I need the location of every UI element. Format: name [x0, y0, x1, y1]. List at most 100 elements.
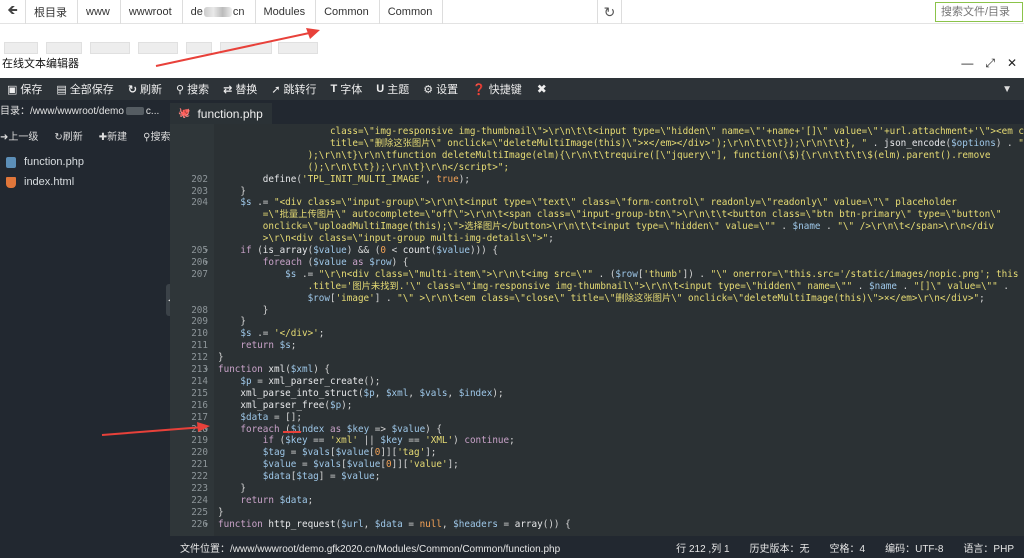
font-button[interactable]: T 字体	[324, 78, 370, 100]
line-number: 225	[191, 506, 208, 518]
code-line[interactable]: .title='图片未找到.'\" class=\"img-responsive…	[170, 281, 1024, 293]
code-line[interactable]: 223 }	[170, 483, 1024, 495]
code-line[interactable]: 219 if ($key == 'xml' || $key == 'XML') …	[170, 435, 1024, 447]
settings-button[interactable]: ⚙ 设置	[416, 78, 465, 100]
chevron-down-icon[interactable]: ▼	[1002, 84, 1012, 95]
code-line[interactable]: 224 return $data;	[170, 495, 1024, 507]
status-language[interactable]: 语言：PHP	[953, 540, 1024, 555]
refresh-button[interactable]: ↻ 刷新	[121, 78, 169, 100]
close-icon[interactable]: ✕	[1007, 56, 1017, 71]
code-line[interactable]: 212}	[170, 352, 1024, 364]
help-icon: ❓	[472, 83, 486, 96]
code-line[interactable]: 216 xml_parser_free($p);	[170, 400, 1024, 412]
breadcrumb-item-domain[interactable]: de cn	[183, 0, 256, 24]
window-title: 在线文本编辑器	[2, 58, 79, 70]
code-text: $s .= "<div class=\"input-group\">\r\n\t…	[240, 197, 957, 209]
minimize-icon[interactable]: —	[961, 56, 973, 71]
save-button[interactable]: ▣ 保存	[0, 78, 49, 100]
code-text: if (is_array($value) && (0 < count($valu…	[240, 245, 498, 256]
fold-toggle-icon[interactable]: ▾	[204, 519, 212, 531]
code-text: function xml($xml) {	[218, 364, 330, 375]
code-line[interactable]: title=\"删除这张图片\" onclick=\"deleteMultiIm…	[170, 138, 1024, 150]
file-tile	[278, 42, 318, 54]
code-line[interactable]: 213 ▾ function xml($xml) {	[170, 364, 1024, 376]
fold-toggle-icon[interactable]: ▾	[204, 245, 212, 257]
line-number: 209	[191, 316, 208, 328]
breadcrumb-item[interactable]: wwwroot	[121, 0, 183, 24]
fold-toggle-icon[interactable]: ▾	[204, 424, 212, 436]
code-line[interactable]: $row['image'] . "\" >\r\n\t<em class=\"c…	[170, 293, 1024, 305]
line-number: 206	[191, 256, 208, 268]
code-line[interactable]: 221 $value = $vals[$value[0]]['value'];	[170, 459, 1024, 471]
close-icon[interactable]: ✖	[529, 82, 555, 96]
code-line[interactable]: >\r\n<div class=\"input-group multi-img-…	[170, 233, 1024, 245]
file-item-function-php[interactable]: function.php	[0, 152, 170, 172]
search-icon: ⚲	[176, 83, 185, 96]
line-number: 224	[191, 494, 208, 506]
code-line[interactable]: 220 $tag = $vals[$value[0]]['tag'];	[170, 447, 1024, 459]
breadcrumb-item[interactable]: www	[78, 0, 121, 24]
code-line[interactable]: 215 xml_parse_into_struct($p, $xml, $val…	[170, 388, 1024, 400]
line-number: 218	[191, 423, 208, 435]
status-bar: 文件位置：/www/wwwroot/demo.gfk2020.cn/Module…	[170, 536, 1024, 558]
file-search-input[interactable]	[935, 2, 1023, 22]
line-number: 222	[191, 471, 208, 483]
file-tile	[220, 42, 272, 54]
status-history[interactable]: 历史版本：无	[740, 540, 820, 555]
code-line[interactable]: 205 ▾ if (is_array($value) && (0 < count(…	[170, 245, 1024, 257]
sidebar-path: 目录：/www/wwwroot/demo c...	[0, 106, 160, 117]
search-button[interactable]: ⚲ 搜索	[169, 78, 216, 100]
code-editor[interactable]: class=\"img-responsive img-thumbnail\">\…	[170, 124, 1024, 536]
tab-function-php[interactable]: 🐙 function.php	[170, 103, 272, 124]
status-encoding[interactable]: 编码：UTF-8	[875, 540, 953, 555]
code-line[interactable]: 206 ▾ foreach ($value as $row) {	[170, 257, 1024, 269]
status-indent[interactable]: 空格：4	[820, 540, 876, 555]
breadcrumb-item[interactable]: Common	[316, 0, 380, 24]
refresh-icon: ↻	[127, 83, 138, 96]
code-line[interactable]: 202 define('TPL_INIT_MULTI_IMAGE', true)…	[170, 174, 1024, 186]
code-line[interactable]: 222 $data[$tag] = $value;	[170, 471, 1024, 483]
theme-icon: U	[376, 83, 385, 95]
code-line[interactable]: );\r\n\t}\r\n\tfunction deleteMultiImage…	[170, 150, 1024, 162]
code-line[interactable]: 209 }	[170, 316, 1024, 328]
code-line[interactable]: 210 $s .= '</div>';	[170, 328, 1024, 340]
code-line[interactable]: class=\"img-responsive img-thumbnail\">\…	[170, 126, 1024, 138]
code-line[interactable]: 211 return $s;	[170, 340, 1024, 352]
back-arrow-icon[interactable]: 🡸	[0, 0, 26, 24]
code-line[interactable]: 225}	[170, 507, 1024, 519]
file-tile	[4, 42, 38, 54]
maximize-icon[interactable]: ⤢	[985, 56, 995, 71]
file-item-index-html[interactable]: index.html	[0, 172, 170, 192]
shortcuts-button[interactable]: ❓ 快捷键	[465, 78, 529, 100]
theme-button[interactable]: U 主题	[369, 78, 416, 100]
refresh-icon[interactable]: ↻	[598, 0, 622, 24]
code-line[interactable]: 203 }	[170, 186, 1024, 198]
code-line[interactable]: ();\r\n\t\t});\r\n\t}\r\n</script>";	[170, 162, 1024, 174]
code-line[interactable]: 207 $s .= "\r\n<div class=\"multi-item\"…	[170, 269, 1024, 281]
file-tile	[90, 42, 130, 54]
code-line[interactable]: 208 }	[170, 305, 1024, 317]
code-line[interactable]: 226 ▾ function http_request($url, $data = …	[170, 519, 1024, 531]
code-line[interactable]: =\"批量上传图片\" autocomplete=\"off\">\r\n\t<…	[170, 209, 1024, 221]
replace-button[interactable]: ⇄ 替换	[216, 78, 264, 100]
fold-toggle-icon[interactable]: ▾	[204, 364, 212, 376]
code-text: }	[218, 352, 224, 364]
code-text: foreach ($value as $row) {	[262, 256, 409, 268]
goto-line-button[interactable]: ➚ 跳转行	[264, 78, 323, 100]
breadcrumb-item[interactable]: Common	[380, 0, 444, 24]
up-level-button[interactable]: ➜上一级	[0, 128, 46, 143]
code-line[interactable]: 214 $p = xml_parser_create();	[170, 376, 1024, 388]
code-text: $p = xml_parser_create();	[240, 375, 381, 387]
code-line[interactable]: onclick=\"uploadMultiImage(this);\">选择图片…	[170, 221, 1024, 233]
code-line[interactable]: 204 $s .= "<div class=\"input-group\">\r…	[170, 197, 1024, 209]
save-all-button[interactable]: ▤ 全部保存	[49, 78, 120, 100]
breadcrumb-item[interactable]: 根目录	[26, 0, 78, 24]
code-text: return $s;	[240, 340, 297, 352]
code-line[interactable]: 218 ▾ foreach ($index as $key => $value) …	[170, 424, 1024, 436]
code-line[interactable]: 217 $data = [];	[170, 412, 1024, 424]
new-file-button[interactable]: ✚新建	[99, 128, 135, 143]
breadcrumb-item[interactable]: Modules	[256, 0, 317, 24]
sidebar-refresh-button[interactable]: ↻刷新	[54, 128, 90, 143]
status-cursor[interactable]: 行 212 ,列 1	[666, 540, 739, 555]
fold-toggle-icon[interactable]: ▾	[204, 257, 212, 269]
